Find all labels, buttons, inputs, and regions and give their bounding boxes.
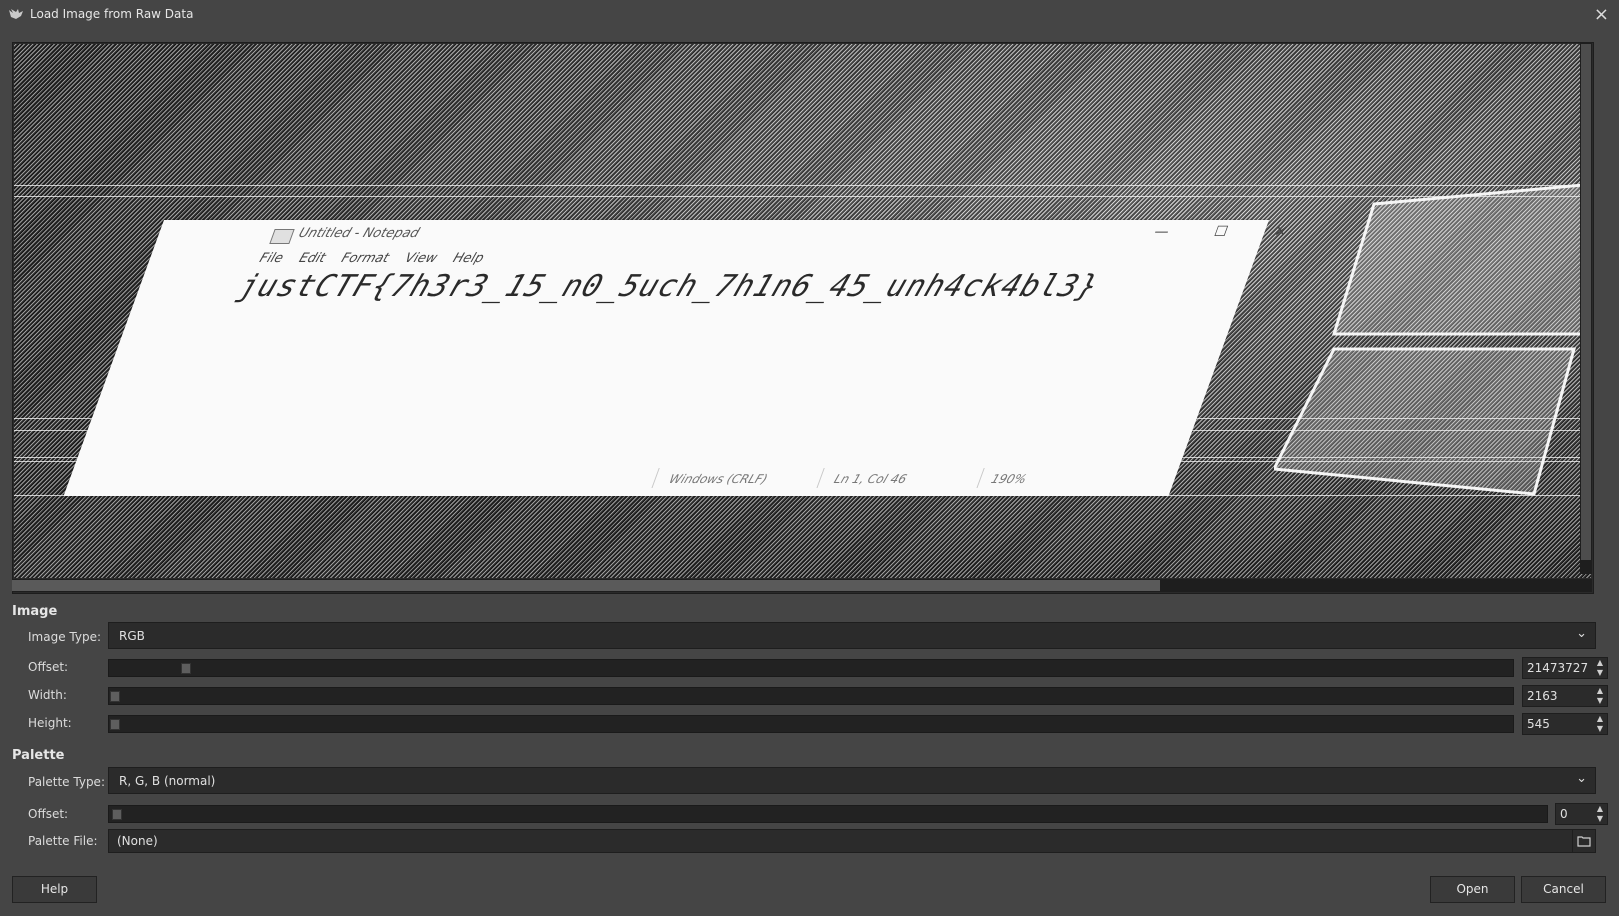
width-value: 2163 <box>1527 689 1558 703</box>
spin-arrows-icon[interactable]: ▲ ▼ <box>1595 658 1605 678</box>
menu-view: View <box>402 251 440 266</box>
vertical-scroll-thumb[interactable] <box>1581 44 1591 560</box>
image-preview[interactable]: Untitled - Notepad — ☐ ✕ File Edit Forma… <box>12 42 1594 594</box>
palette-type-label: Palette Type: <box>28 775 105 789</box>
height-spinbox[interactable]: 545 ▲ ▼ <box>1522 713 1608 735</box>
status-eol: Windows (CRLF) <box>667 472 770 486</box>
offset-slider-thumb[interactable] <box>181 663 191 674</box>
palette-file-label: Palette File: <box>28 834 98 848</box>
width-label: Width: <box>28 688 67 702</box>
width-slider[interactable] <box>108 687 1514 705</box>
gimp-app-icon <box>9 9 23 19</box>
chevron-down-icon: ⌄ <box>1576 626 1587 641</box>
image-type-label: Image Type: <box>28 630 102 644</box>
height-slider[interactable] <box>108 715 1514 733</box>
close-icon: ✕ <box>1271 224 1290 240</box>
spin-arrows-icon[interactable]: ▲ ▼ <box>1595 714 1605 734</box>
offset-value: 21473727 <box>1527 661 1589 675</box>
palette-offset-slider[interactable] <box>108 805 1548 823</box>
spin-arrows-icon[interactable]: ▲ ▼ <box>1595 686 1605 706</box>
offset-slider[interactable] <box>108 659 1514 677</box>
height-value: 545 <box>1527 717 1550 731</box>
image-type-select[interactable]: RGB ⌄ <box>108 622 1596 649</box>
offset-spinbox[interactable]: 21473727 ▲ ▼ <box>1522 657 1608 679</box>
width-spinbox[interactable]: 2163 ▲ ▼ <box>1522 685 1608 707</box>
image-section-title: Image <box>12 604 58 619</box>
palette-file-chooser[interactable]: (None) <box>108 829 1596 853</box>
window-title: Load Image from Raw Data <box>30 7 194 21</box>
window-close-icon[interactable]: × <box>1594 4 1609 25</box>
notepad-text: justCTF{7h3r3_15_n0_5uch_7h1n6_45_unh4ck… <box>233 269 1104 304</box>
image-type-value: RGB <box>119 629 145 643</box>
status-zoom: 190% <box>989 472 1029 486</box>
width-slider-thumb[interactable] <box>110 691 120 702</box>
palette-section-title: Palette <box>12 748 65 763</box>
palette-offset-value: 0 <box>1560 807 1568 821</box>
status-position: Ln 1, Col 46 <box>832 472 909 486</box>
menu-edit: Edit <box>296 251 328 266</box>
height-slider-thumb[interactable] <box>110 719 120 730</box>
palette-offset-label: Offset: <box>28 807 69 821</box>
spin-arrows-icon[interactable]: ▲ ▼ <box>1595 804 1605 824</box>
palette-type-select[interactable]: R, G, B (normal) ⌄ <box>108 767 1596 794</box>
preview-canvas: Untitled - Notepad — ☐ ✕ File Edit Forma… <box>14 44 1591 578</box>
cancel-button[interactable]: Cancel <box>1521 876 1606 903</box>
title-bar: Load Image from Raw Data × <box>0 0 1619 30</box>
height-label: Height: <box>28 716 72 730</box>
preview-vertical-scrollbar[interactable] <box>1580 42 1592 574</box>
help-button[interactable]: Help <box>12 876 97 903</box>
notepad-icon <box>269 229 295 244</box>
menu-file: File <box>257 251 286 266</box>
menu-help: Help <box>450 251 486 266</box>
notepad-window: Untitled - Notepad — ☐ ✕ File Edit Forma… <box>63 220 1289 496</box>
notepad-title: Untitled - Notepad <box>296 226 422 241</box>
notepad-menu: File Edit Format View Help <box>257 251 486 266</box>
folder-open-icon[interactable] <box>1572 830 1595 852</box>
offset-label: Offset: <box>28 660 69 674</box>
preview-horizontal-scrollbar[interactable] <box>12 579 1592 592</box>
horizontal-scroll-thumb[interactable] <box>12 580 1160 591</box>
menu-format: Format <box>339 251 392 266</box>
minimize-icon: — <box>1151 224 1172 240</box>
palette-type-value: R, G, B (normal) <box>119 774 216 788</box>
maximize-icon: ☐ <box>1211 224 1231 240</box>
palette-file-value: (None) <box>117 834 158 848</box>
open-button[interactable]: Open <box>1430 876 1515 903</box>
chevron-down-icon: ⌄ <box>1576 771 1587 786</box>
palette-offset-slider-thumb[interactable] <box>112 809 122 820</box>
palette-offset-spinbox[interactable]: 0 ▲ ▼ <box>1555 803 1608 825</box>
